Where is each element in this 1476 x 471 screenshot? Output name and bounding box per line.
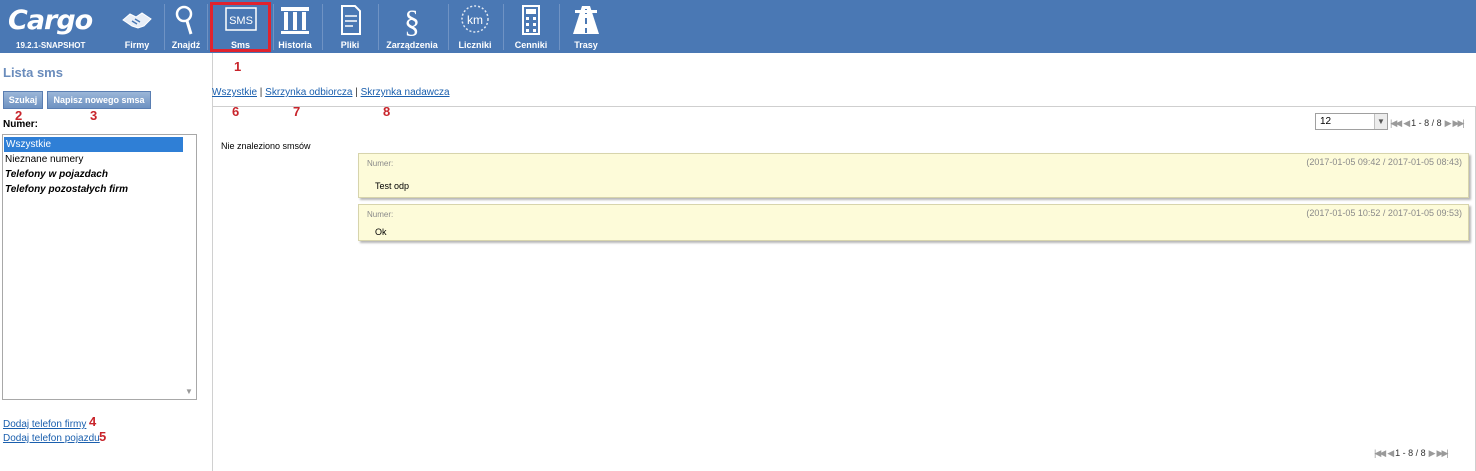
paragraph-icon: § bbox=[404, 4, 420, 36]
filter-all-link[interactable]: Wszystkie bbox=[212, 87, 257, 98]
next-page-icon[interactable]: ▶ bbox=[1445, 118, 1452, 129]
nav-label: Trasy bbox=[574, 40, 598, 50]
magnifier-icon bbox=[175, 5, 193, 35]
logo-text: Cargo bbox=[8, 5, 93, 36]
svg-text:§: § bbox=[404, 4, 420, 36]
first-page-icon[interactable]: |◀◀ bbox=[1374, 448, 1386, 459]
message-number-label: Numer: bbox=[367, 159, 394, 168]
filter-outbox-link[interactable]: Skrzynka nadawcza bbox=[361, 87, 450, 98]
handshake-icon bbox=[122, 12, 152, 29]
first-page-icon[interactable]: |◀◀ bbox=[1390, 118, 1402, 129]
cargo-logo[interactable]: Cargo 19.2.1-SNAPSHOT bbox=[4, 3, 106, 51]
annotation-1: 1 bbox=[234, 59, 242, 74]
list-item-vehicle-phones[interactable]: Telefony w pojazdach bbox=[3, 167, 196, 182]
message-number-label: Numer: bbox=[367, 210, 394, 219]
prev-page-icon[interactable]: ◀ bbox=[1387, 448, 1394, 459]
list-item-unknown-numbers[interactable]: Nieznane numery bbox=[3, 152, 196, 167]
next-page-icon[interactable]: ▶ bbox=[1429, 448, 1436, 459]
nav-firmy[interactable]: Firmy bbox=[112, 0, 162, 53]
annotation-3: 3 bbox=[90, 108, 98, 123]
new-sms-button[interactable]: Napisz nowego smsa bbox=[47, 91, 151, 109]
svg-text:km: km bbox=[467, 13, 483, 27]
message-text: Ok bbox=[375, 227, 387, 237]
add-vehicle-phone-link[interactable]: Dodaj telefon pojazdu bbox=[3, 433, 100, 444]
nav-label: Liczniki bbox=[458, 40, 492, 50]
search-button[interactable]: Szukaj bbox=[3, 91, 43, 109]
chevron-down-icon[interactable]: ▼ bbox=[1374, 114, 1387, 129]
pager-text: 1 - 8 / 8 bbox=[1395, 448, 1426, 458]
number-label: Numer: bbox=[3, 119, 39, 130]
nav-label: Znajdź bbox=[171, 40, 201, 50]
page-size-select[interactable]: 12 ▼ bbox=[1315, 113, 1388, 130]
nav-znajdz[interactable]: Znajdź bbox=[166, 0, 206, 53]
sms-highlight-frame bbox=[210, 2, 271, 52]
sidebar-divider bbox=[212, 53, 213, 471]
message-card[interactable]: Numer: (2017-01-05 10:52 / 2017-01-05 09… bbox=[358, 204, 1469, 241]
nav-trasy[interactable]: Trasy bbox=[562, 0, 610, 53]
pager-top: |◀◀ ◀ 1 - 8 / 8 ▶ ▶▶| bbox=[1390, 116, 1465, 130]
prev-page-icon[interactable]: ◀ bbox=[1403, 118, 1410, 129]
last-page-icon[interactable]: ▶▶| bbox=[1453, 118, 1465, 129]
filter-inbox-link[interactable]: Skrzynka odbiorcza bbox=[265, 87, 352, 98]
nav-cenniki[interactable]: Cenniki bbox=[506, 0, 556, 53]
nav-label: Zarządzenia bbox=[386, 40, 438, 50]
message-text: Test odp bbox=[375, 181, 410, 191]
nav-label: Firmy bbox=[124, 40, 150, 50]
list-item-other-company-phones[interactable]: Telefony pozostałych firm bbox=[3, 182, 196, 197]
odometer-icon: km bbox=[461, 5, 489, 33]
nav-historia[interactable]: Historia bbox=[273, 0, 317, 53]
page-title: Lista sms bbox=[3, 65, 63, 80]
nav-zarzadzenia[interactable]: § Zarządzenia bbox=[381, 0, 443, 53]
number-listbox[interactable]: Wszystkie Nieznane numery Telefony w poj… bbox=[2, 134, 197, 400]
message-card[interactable]: Numer: (2017-01-05 09:42 / 2017-01-05 08… bbox=[358, 153, 1469, 198]
annotation-4: 4 bbox=[89, 414, 97, 429]
list-item-all[interactable]: Wszystkie bbox=[4, 137, 183, 152]
annotation-5: 5 bbox=[99, 429, 107, 444]
nav-pliki[interactable]: Pliki bbox=[326, 0, 374, 53]
columns-icon bbox=[281, 7, 309, 34]
nav-label: Pliki bbox=[340, 40, 360, 50]
add-company-phone-link[interactable]: Dodaj telefon firmy bbox=[3, 419, 86, 430]
nav-label: Cenniki bbox=[514, 40, 548, 50]
scroll-down-icon[interactable]: ▼ bbox=[184, 387, 194, 397]
page-size-value: 12 bbox=[1320, 116, 1332, 127]
empty-message: Nie znaleziono smsów bbox=[221, 141, 311, 151]
calculator-icon bbox=[522, 5, 540, 35]
road-icon bbox=[573, 6, 599, 34]
message-dates: (2017-01-05 09:42 / 2017-01-05 08:43) bbox=[1306, 157, 1462, 167]
mailbox-filter: Wszystkie | Skrzynka odbiorcza | Skrzynk… bbox=[212, 87, 450, 98]
last-page-icon[interactable]: ▶▶| bbox=[1437, 448, 1449, 459]
nav-label: Historia bbox=[278, 40, 312, 50]
message-dates: (2017-01-05 10:52 / 2017-01-05 09:53) bbox=[1306, 208, 1462, 218]
filter-separator: | bbox=[259, 87, 263, 98]
document-icon bbox=[341, 5, 361, 35]
nav-liczniki[interactable]: km Liczniki bbox=[449, 0, 501, 53]
pager-bottom: |◀◀ ◀ 1 - 8 / 8 ▶ ▶▶| bbox=[1374, 446, 1449, 460]
content-border bbox=[213, 106, 1476, 107]
app-version: 19.2.1-SNAPSHOT bbox=[16, 41, 86, 50]
pager-text: 1 - 8 / 8 bbox=[1411, 118, 1442, 128]
filter-separator: | bbox=[355, 87, 358, 98]
